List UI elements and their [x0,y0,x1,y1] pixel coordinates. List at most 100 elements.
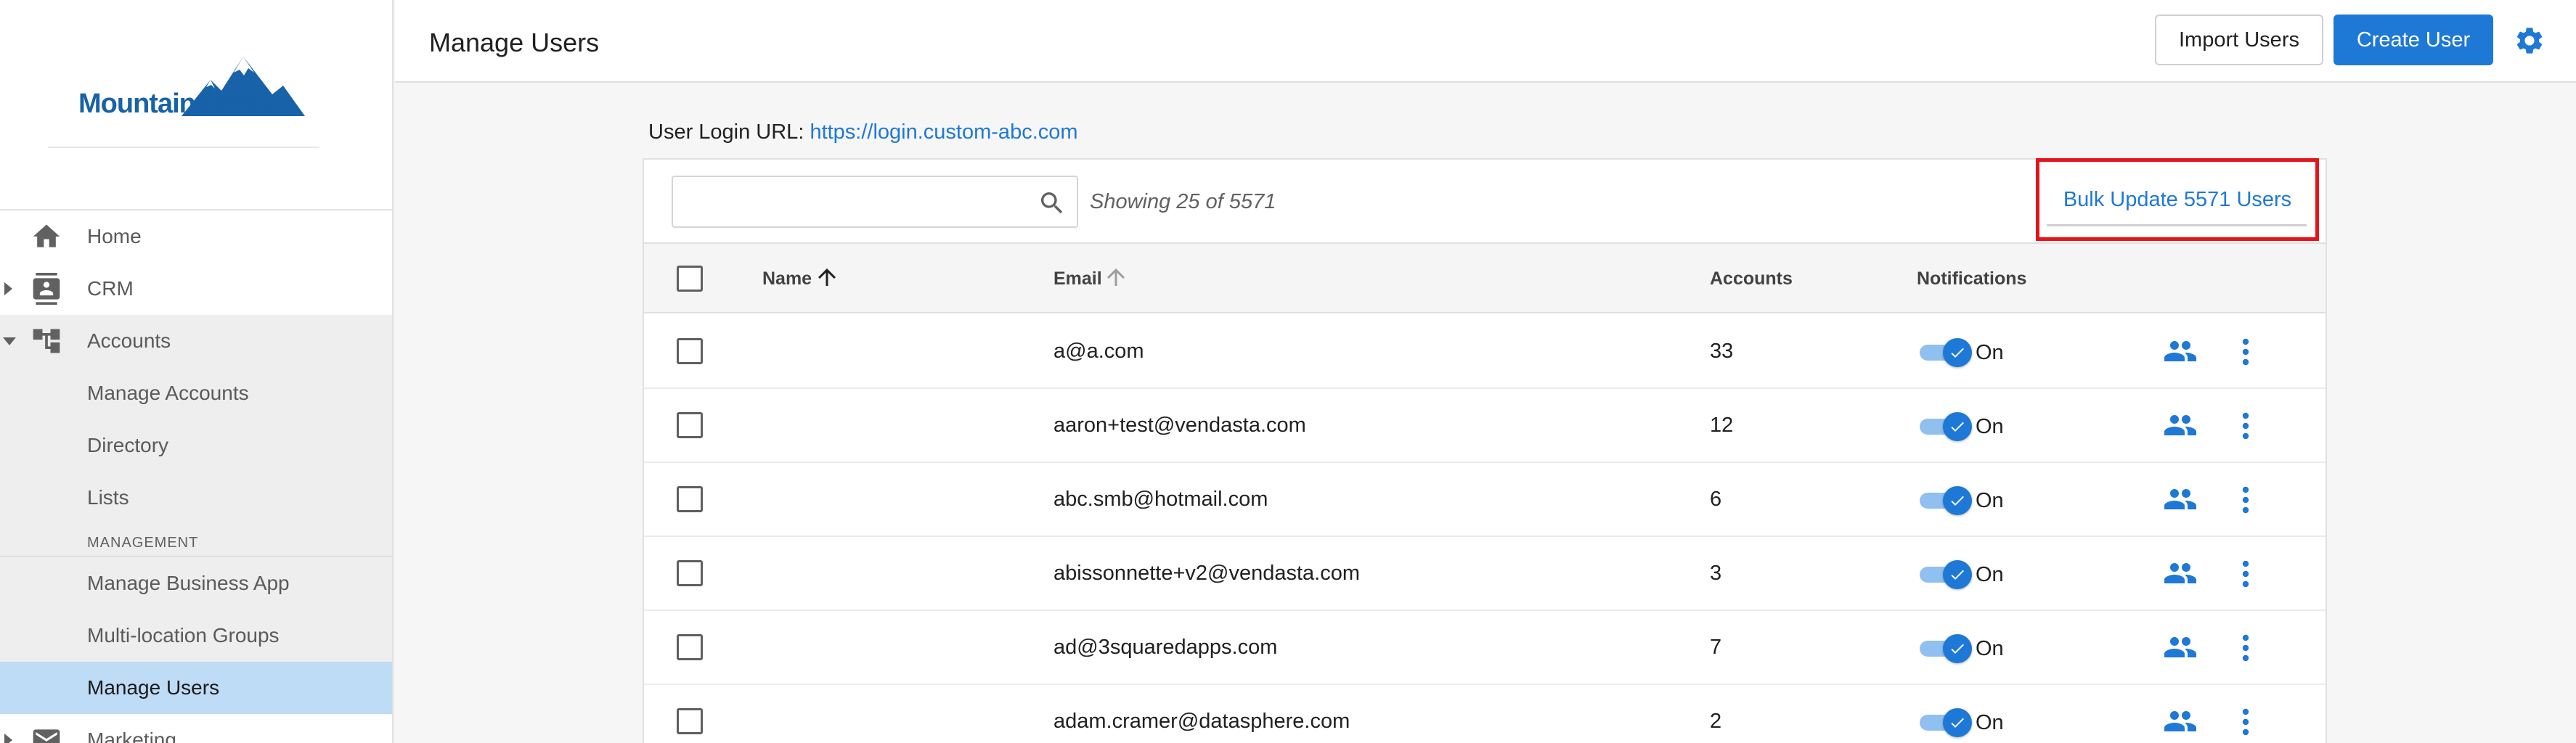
table-row: adam.cramer@datasphere.com 2 On [644,685,2326,743]
group-icon[interactable] [2163,485,2198,514]
notifications-toggle[interactable] [1917,486,1972,515]
check-icon [1943,338,1972,367]
user-login-url: User Login URL: https://login.custom-abc… [648,120,1078,144]
group-icon[interactable] [2163,337,2198,366]
user-account-count: 7 [1710,636,1722,659]
group-icon[interactable] [2163,633,2198,662]
column-header-notifications: Notifications [1917,268,2027,289]
notifications-toggle[interactable] [1917,560,1972,589]
more-vert-icon[interactable] [2240,633,2251,663]
check-icon [1943,708,1972,737]
check-icon [1943,634,1972,663]
page-title: Manage Users [429,28,600,57]
search-input[interactable] [673,177,1036,226]
more-vert-icon[interactable] [2240,485,2251,515]
sidebar-item-multi-location-groups[interactable]: Multi-location Groups [0,609,392,662]
search-box [672,176,1078,228]
users-table-card: Showing 25 of 5571 Bulk Update 5571 User… [643,158,2327,743]
group-icon[interactable] [2163,559,2198,588]
user-email[interactable]: abissonnette+v2@vendasta.com [1053,562,1360,586]
group-icon[interactable] [2163,707,2198,736]
user-email[interactable]: adam.cramer@datasphere.com [1053,710,1350,734]
chevron-right-icon [4,282,12,295]
column-header-accounts: Accounts [1710,268,1793,289]
chevron-right-icon [4,734,12,743]
sidebar-item-manage-accounts[interactable]: Manage Accounts [0,367,392,419]
import-users-button[interactable]: Import Users [2155,15,2323,65]
more-vert-icon[interactable] [2240,559,2251,589]
row-checkbox[interactable] [677,708,703,734]
results-count: Showing 25 of 5571 [1090,190,1276,213]
notifications-status: On [1976,563,2004,586]
mail-icon [33,729,60,743]
table-row: abissonnette+v2@vendasta.com 3 On [644,537,2326,611]
more-vert-icon[interactable] [2240,707,2251,737]
user-email[interactable]: ad@3squaredapps.com [1053,636,1277,660]
login-url-label: User Login URL: [648,120,804,144]
table-header: Name Email Accounts Notifications [644,244,2326,313]
notifications-toggle[interactable] [1917,338,1972,367]
notifications-toggle[interactable] [1917,708,1972,737]
user-account-count: 12 [1710,414,1734,437]
row-checkbox[interactable] [677,412,703,438]
sidebar: Mountain Media Home CRM Accounts Manage … [0,0,394,743]
arrow-up-icon[interactable] [1103,263,1129,292]
search-icon[interactable] [1038,189,1067,218]
user-email[interactable]: abc.smb@hotmail.com [1053,488,1268,512]
notifications-status: On [1976,341,2004,364]
column-header-name[interactable]: Name [762,268,812,290]
sidebar-section-heading: MANAGEMENT [0,524,392,557]
create-user-button[interactable]: Create User [2334,15,2493,65]
sidebar-item-marketing[interactable]: Marketing [0,714,392,743]
contacts-icon [33,273,60,305]
sidebar-item-home[interactable]: Home [0,210,392,263]
select-all-checkbox[interactable] [677,266,703,292]
chevron-down-icon [3,337,16,345]
logo-divider [48,147,319,148]
user-email[interactable]: aaron+test@vendasta.com [1053,414,1306,438]
more-vert-icon[interactable] [2240,411,2251,441]
bulk-update-button[interactable]: Bulk Update 5571 Users [2047,188,2308,212]
sidebar-item-label: Marketing [87,728,176,743]
notifications-toggle[interactable] [1917,634,1972,663]
table-row: aaron+test@vendasta.com 12 On [644,389,2326,463]
column-header-email[interactable]: Email [1053,268,1102,290]
notifications-status: On [1976,637,2004,660]
more-vert-icon[interactable] [2240,337,2251,367]
sidebar-item-directory[interactable]: Directory [0,419,392,472]
row-checkbox[interactable] [677,338,703,364]
notifications-toggle[interactable] [1917,412,1972,441]
check-icon [1943,560,1972,589]
login-url-link[interactable]: https://login.custom-abc.com [810,120,1077,144]
notifications-status: On [1976,489,2004,512]
check-icon [1943,486,1972,515]
table-toolbar: Showing 25 of 5571 Bulk Update 5571 User… [644,158,2326,244]
sidebar-nav: Home CRM Accounts Manage Accounts Direct… [0,210,392,743]
sidebar-item-label: Home [87,225,142,247]
home-icon [33,224,60,247]
group-icon[interactable] [2163,411,2198,440]
sidebar-item-crm[interactable]: CRM [0,263,392,315]
sidebar-item-label: Accounts [87,329,171,352]
user-email[interactable]: a@a.com [1053,340,1144,364]
arrow-up-icon[interactable] [814,263,840,292]
notifications-status: On [1976,415,2004,438]
bulk-update-underline [2047,224,2307,226]
user-account-count: 33 [1710,340,1734,363]
hierarchy-icon [33,329,60,353]
row-checkbox[interactable] [677,634,703,660]
highlight-box: Bulk Update 5571 Users [2036,158,2319,241]
page-header: Manage Users Import Users Create User [395,0,2576,83]
logo-area: Mountain Media [0,0,392,210]
row-checkbox[interactable] [677,486,703,512]
gear-icon[interactable] [2514,25,2546,57]
sidebar-item-manage-users[interactable]: Manage Users [0,662,392,714]
sidebar-group-accounts: Accounts Manage Accounts Directory Lists… [0,315,392,714]
row-checkbox[interactable] [677,560,703,586]
user-account-count: 3 [1710,562,1722,585]
sidebar-item-manage-business-app[interactable]: Manage Business App [0,557,392,609]
notifications-status: On [1976,711,2004,734]
sidebar-item-accounts[interactable]: Accounts [0,315,392,367]
table-row: abc.smb@hotmail.com 6 On [644,463,2326,537]
sidebar-item-lists[interactable]: Lists [0,472,392,524]
